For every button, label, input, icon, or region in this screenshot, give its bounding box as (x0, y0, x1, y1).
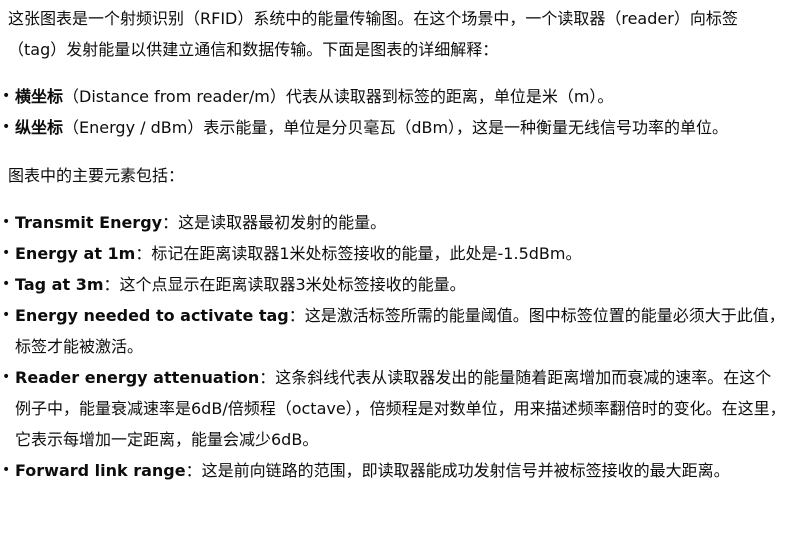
axes-list: • 横坐标（Distance from reader/m）代表从读取器到标签的距离… (2, 81, 789, 143)
bullet-icon: • (2, 88, 11, 104)
item-text: （Distance from reader/m）代表从读取器到标签的距离，单位是… (63, 87, 614, 106)
elements-list: • Transmit Energy：这是读取器最初发射的能量。 • Energy a… (2, 207, 789, 486)
item-text: ：这个点显示在距离读取器3米处标签接收的能量。 (103, 275, 466, 294)
bullet-icon: • (2, 462, 11, 478)
item-text: （Energy / dBm）表示能量，单位是分贝毫瓦（dBm），这是一种衡量无线… (63, 118, 729, 137)
list-item-reader-attenuation: • Reader energy attenuation：这条斜线代表从读取器发出的… (2, 362, 787, 455)
item-text: ：标记在距离读取器1米处标签接收的能量，此处是-1.5dBm。 (135, 244, 582, 263)
list-item-tag-at-3m: • Tag at 3m：这个点显示在距离读取器3米处标签接收的能量。 (2, 269, 787, 300)
list-item-x-axis: • 横坐标（Distance from reader/m）代表从读取器到标签的距离… (2, 81, 787, 112)
list-item-forward-link-range: • Forward link range：这是前向链路的范围，即读取器能成功发射信… (2, 455, 787, 486)
list-item-transmit-energy: • Transmit Energy：这是读取器最初发射的能量。 (2, 207, 787, 238)
elements-heading: 图表中的主要元素包括： (8, 166, 185, 185)
list-item-energy-at-1m: • Energy at 1m：标记在距离读取器1米处标签接收的能量，此处是-1.5… (2, 238, 787, 269)
bullet-icon: • (2, 214, 11, 230)
term-label: 横坐标 (15, 87, 64, 106)
bullet-icon: • (2, 276, 11, 292)
term-label: 纵坐标 (15, 118, 64, 137)
document: 这张图表是一个射频识别（RFID）系统中的能量传输图。在这个场景中，一个读取器（… (0, 0, 789, 544)
bullet-icon: • (2, 119, 11, 135)
list-item-energy-needed: • Energy needed to activate tag：这是激活标签所需的… (2, 300, 787, 362)
term-label: Energy needed to activate tag (15, 306, 289, 325)
term-label: Energy at 1m (15, 244, 136, 263)
list-item-y-axis: • 纵坐标（Energy / dBm）表示能量，单位是分贝毫瓦（dBm），这是一种… (2, 112, 787, 143)
bullet-icon: • (2, 307, 11, 323)
item-text: ：这是读取器最初发射的能量。 (162, 213, 387, 232)
bullet-icon: • (2, 245, 11, 261)
bullet-icon: • (2, 369, 11, 385)
intro-paragraph: 这张图表是一个射频识别（RFID）系统中的能量传输图。在这个场景中，一个读取器（… (8, 9, 738, 59)
term-label: Reader energy attenuation (15, 368, 260, 387)
item-text: ：这是前向链路的范围，即读取器能成功发射信号并被标签接收的最大距离。 (185, 461, 730, 480)
term-label: Transmit Energy (15, 213, 163, 232)
term-label: Forward link range (15, 461, 186, 480)
term-label: Tag at 3m (15, 275, 104, 294)
